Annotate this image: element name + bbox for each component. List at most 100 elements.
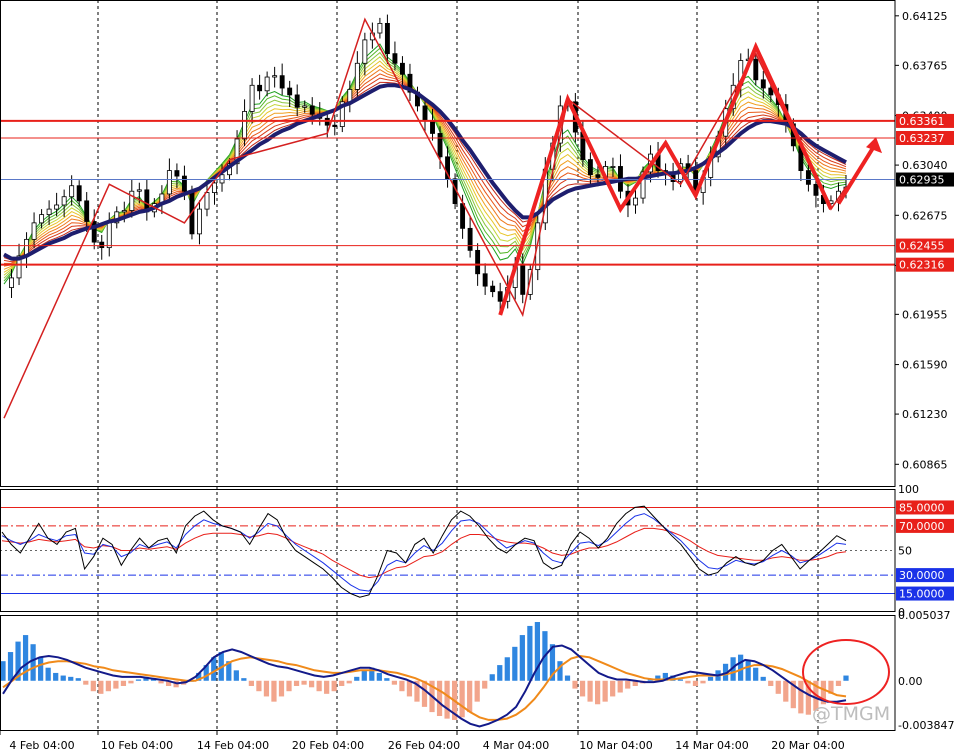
osc-level-tag-label: 85.0000 <box>899 501 945 514</box>
macd-histogram-bar <box>843 675 849 681</box>
macd-histogram-bar <box>685 680 691 684</box>
macd-histogram-bar <box>391 680 398 685</box>
candle-body <box>219 174 225 184</box>
price-tags: 0.63361 0.63237 0.62455 0.62316 0.62935 85.00… <box>896 113 954 601</box>
macd-histogram-bar <box>617 680 623 693</box>
macd-histogram-bar <box>120 680 127 686</box>
candle-body <box>302 105 308 108</box>
macd-histogram-bar <box>384 678 390 681</box>
macd-histogram-bar <box>7 652 14 681</box>
macd-histogram-bar <box>745 659 751 681</box>
macd-panel <box>0 622 890 728</box>
osc-line_d <box>1 513 847 592</box>
candle-body <box>437 133 443 158</box>
macd-histogram-bar <box>278 680 285 697</box>
candle-body <box>174 170 180 177</box>
osc-tick-label: 50 <box>898 545 912 558</box>
macd-histogram-bar <box>38 657 44 681</box>
macd-histogram-bar <box>45 667 51 681</box>
grid-layer <box>97 0 819 731</box>
macd-histogram-bar <box>625 680 631 689</box>
macd-histogram-bar <box>361 670 367 681</box>
candle-body <box>9 277 14 288</box>
macd-histogram-bar <box>783 680 789 702</box>
oscillator-panel <box>0 505 895 598</box>
ribbon-line <box>3 56 847 276</box>
candle-body <box>76 185 82 202</box>
candle-body <box>84 200 90 222</box>
candle-body <box>272 75 278 78</box>
macd-histogram-bar <box>30 644 36 681</box>
macd-histogram-bar <box>677 679 684 681</box>
macd-histogram-bar <box>233 670 239 681</box>
macd-histogram-bar <box>105 680 111 692</box>
candle-body <box>46 208 52 216</box>
candle-body <box>61 196 67 206</box>
candle-body <box>460 203 466 229</box>
macd-histogram-bar <box>324 680 330 694</box>
macd-histogram-bar <box>595 680 601 705</box>
macd-histogram-bar <box>474 680 480 702</box>
candle-body <box>242 111 248 140</box>
ribbon-line <box>3 64 847 270</box>
candle-body <box>805 170 811 185</box>
candle-body <box>197 208 202 235</box>
macd-histogram-bar <box>753 667 759 681</box>
macd-histogram-bar <box>421 680 428 707</box>
macd-histogram-bar <box>436 680 443 717</box>
price-level-tag-label: 0.63237 <box>899 132 945 145</box>
ribbon-line <box>3 51 847 279</box>
ribbon-line <box>3 43 847 285</box>
macd-histogram-bar <box>68 676 74 681</box>
macd-histogram-bar <box>482 680 488 689</box>
macd-histogram-bar <box>489 674 495 681</box>
candle-body <box>362 39 368 64</box>
price-level-tag-label: 0.62455 <box>899 240 945 253</box>
macd-histogram-bar <box>835 680 842 686</box>
candle-body <box>384 22 390 55</box>
y-tick-label: 0.63765 <box>902 59 948 72</box>
candle-body <box>31 222 37 240</box>
candle-body <box>129 190 135 211</box>
panel-border <box>0 0 896 487</box>
osc-tick-label: 100 <box>898 483 919 496</box>
candle-body <box>136 189 142 192</box>
candle-body <box>392 53 398 64</box>
macd-histogram-bar <box>248 680 254 686</box>
macd-histogram-bar <box>293 680 300 686</box>
macd-histogram-bar <box>707 676 714 681</box>
macd-histogram-bar <box>512 646 518 681</box>
macd-histogram-bar <box>301 680 307 685</box>
x-tick-label: 10 Feb 04:00 <box>101 739 173 752</box>
osc-level-tag-label: 15.0000 <box>899 588 945 601</box>
macd-histogram-bar <box>602 680 608 702</box>
macd-histogram-bar <box>346 680 352 684</box>
candle-body <box>399 62 405 75</box>
candle-body <box>39 214 45 224</box>
macd-histogram-bar <box>271 680 277 702</box>
macd-histogram-bar <box>128 680 134 684</box>
candle-body <box>595 174 601 178</box>
price-level-tag-label: 0.62316 <box>899 259 945 272</box>
candle-body <box>106 222 112 249</box>
candle-body <box>294 94 300 108</box>
candle-body <box>377 22 383 34</box>
zigzag-line <box>3 17 847 419</box>
macd-histogram-bar <box>760 676 766 681</box>
ma-ribbon <box>3 43 847 285</box>
current-price-label: 0.62935 <box>899 174 945 187</box>
macd-histogram-bar <box>83 680 89 685</box>
candle-body <box>354 62 360 90</box>
macd-histogram-bar <box>497 665 503 681</box>
candle-body <box>204 192 210 210</box>
annotation-circle <box>802 639 890 705</box>
macd-histogram-bar <box>90 680 96 692</box>
zigzag-lines <box>3 17 847 419</box>
macd-histogram-bar <box>113 680 119 689</box>
osc-level-tag-label: 70.0000 <box>899 520 945 533</box>
macd-histogram-bar <box>0 661 6 681</box>
macd-histogram-bar <box>406 680 413 697</box>
x-tick-label: 20 Feb 04:00 <box>292 739 364 752</box>
macd-histogram-bar <box>444 680 450 719</box>
macd-histogram-bar <box>376 672 382 681</box>
